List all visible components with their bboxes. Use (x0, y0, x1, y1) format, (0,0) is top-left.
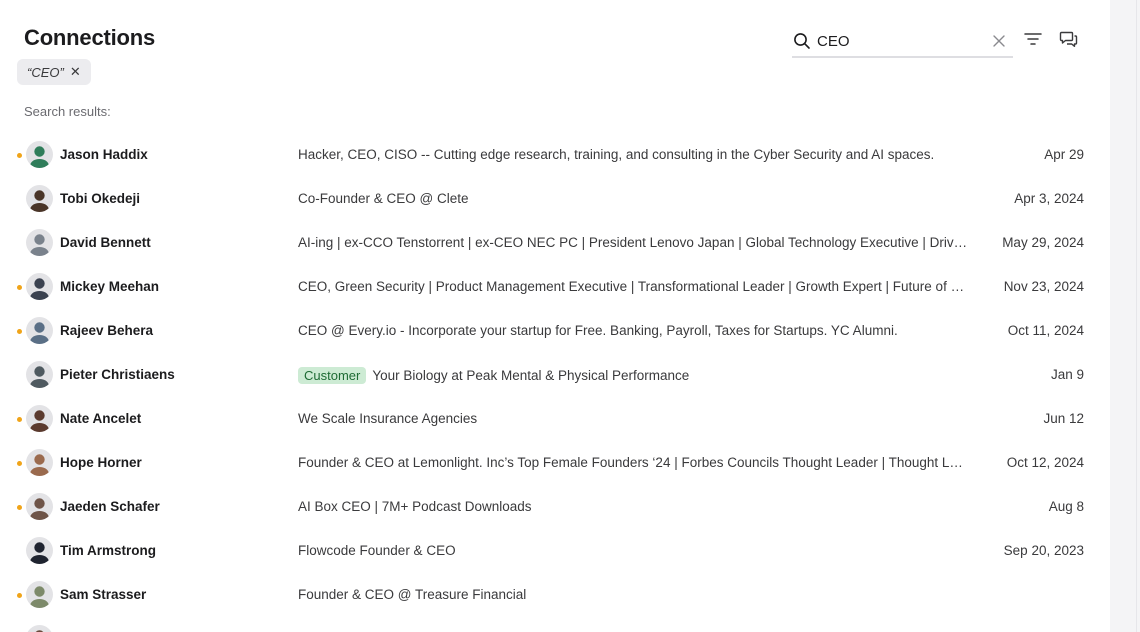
message-icon (1059, 31, 1078, 47)
avatar[interactable] (26, 229, 53, 256)
connection-name[interactable]: Pieter Christiaens (60, 367, 175, 382)
last-contact-date: May 29, 2024 (1002, 235, 1084, 250)
avatar[interactable] (26, 361, 53, 388)
connection-headline: CEO @ Every.io - Incorporate your startu… (298, 323, 970, 338)
headline-text: Your Biology at Peak Mental & Physical P… (372, 368, 690, 383)
search-icon (794, 33, 810, 49)
connection-row[interactable]: Sam Strasser Founder & CEO @ Treasure Fin… (0, 573, 1110, 617)
unread-dot-icon (17, 285, 22, 290)
messages-button[interactable] (1058, 28, 1080, 50)
connection-row[interactable]: David Bennett AI-ing | ex-CCO Tenstorrent… (0, 221, 1110, 265)
connection-row[interactable]: Tobi Okedeji Co-Founder & CEO @ Clete Apr … (0, 177, 1110, 221)
avatar[interactable] (26, 405, 53, 432)
search-input[interactable]: CEO (817, 33, 991, 50)
connection-headline: Founder & CEO at Lemonlight. Inc’s Top F… (298, 455, 970, 470)
remove-filter-icon[interactable]: ✕ (70, 64, 81, 80)
connection-name[interactable]: Rajeev Behera (60, 323, 153, 338)
avatar[interactable] (26, 317, 53, 344)
connection-name[interactable]: Sam Strasser (60, 587, 146, 602)
last-contact-date: Sep 20, 2023 (1003, 543, 1084, 558)
connections-list: Jason Haddix Hacker, CEO, CISO -- Cutting… (0, 133, 1110, 632)
headline-text: Founder & CEO at Lemonlight. Inc’s Top F… (298, 455, 970, 470)
last-contact-date: Jun 12 (1043, 411, 1084, 426)
connection-name[interactable]: Mickey Meehan (60, 279, 159, 294)
filter-button[interactable] (1022, 28, 1044, 50)
connection-name[interactable]: Tim Armstrong (60, 543, 156, 558)
avatar[interactable] (26, 449, 53, 476)
clear-search-icon[interactable] (991, 33, 1007, 49)
last-contact-date: Apr 3, 2024 (1014, 191, 1084, 206)
headline-text: We Scale Insurance Agencies (298, 411, 478, 426)
last-contact-date: Aug 8 (1048, 499, 1084, 514)
connection-row[interactable]: Pieter Christiaens Customer Your Biology a… (0, 353, 1110, 397)
search-field[interactable]: CEO (792, 26, 1013, 58)
right-gutter (1110, 0, 1140, 632)
connection-headline: Customer Your Biology at Peak Mental & Ph… (298, 367, 970, 384)
connection-row[interactable]: Rajeev Behera CEO @ Every.io - Incorporat… (0, 309, 1110, 353)
connection-headline: Hacker, CEO, CISO -- Cutting edge resear… (298, 147, 970, 162)
last-contact-date: Apr 29 (1044, 147, 1084, 162)
avatar[interactable] (26, 581, 53, 608)
unread-dot-icon (17, 417, 22, 422)
unread-dot-icon (17, 153, 22, 158)
connection-headline: AI-ing | ex-CCO Tenstorrent | ex-CEO NEC… (298, 235, 970, 250)
connection-name[interactable]: David Bennett (60, 235, 151, 250)
search-filter-chip[interactable]: “CEO” ✕ (17, 59, 91, 85)
connection-headline: Founder & CEO @ Treasure Financial (298, 587, 970, 602)
connection-row[interactable] (0, 617, 1110, 632)
connection-row[interactable]: Mickey Meehan CEO, Green Security | Produ… (0, 265, 1110, 309)
unread-dot-icon (17, 505, 22, 510)
last-contact-date: Oct 12, 2024 (1006, 455, 1084, 470)
filter-icon (1024, 33, 1042, 45)
connection-headline: AI Box CEO | 7M+ Podcast Downloads (298, 499, 970, 514)
connection-headline: We Scale Insurance Agencies (298, 411, 970, 426)
last-contact-date: Jan 9 (1050, 367, 1084, 382)
headline-text: Co-Founder & CEO @ Clete (298, 191, 469, 206)
connection-headline: Co-Founder & CEO @ Clete (298, 191, 970, 206)
unread-dot-icon (17, 329, 22, 334)
avatar[interactable] (26, 625, 53, 632)
customer-badge: Customer (298, 367, 367, 384)
avatar[interactable] (26, 185, 53, 212)
connections-panel: Connections “CEO” ✕ Search results: CEO … (0, 0, 1110, 632)
connection-row[interactable]: Jaeden Schafer AI Box CEO | 7M+ Podcast D… (0, 485, 1110, 529)
avatar[interactable] (26, 273, 53, 300)
headline-text: AI Box CEO | 7M+ Podcast Downloads (298, 499, 532, 514)
headline-text: Founder & CEO @ Treasure Financial (298, 587, 527, 602)
filter-chip-label: “CEO” (27, 64, 64, 80)
last-contact-date: Oct 11, 2024 (1007, 323, 1084, 338)
headline-text: Flowcode Founder & CEO (298, 543, 456, 558)
search-results-label: Search results: (24, 104, 111, 119)
headline-text: Hacker, CEO, CISO -- Cutting edge resear… (298, 147, 935, 162)
avatar[interactable] (26, 493, 53, 520)
connection-name[interactable]: Hope Horner (60, 455, 142, 470)
connection-name[interactable]: Tobi Okedeji (60, 191, 140, 206)
unread-dot-icon (17, 461, 22, 466)
connection-row[interactable]: Tim Armstrong Flowcode Founder & CEO Sep 2… (0, 529, 1110, 573)
headline-text: AI-ing | ex-CCO Tenstorrent | ex-CEO NEC… (298, 235, 970, 250)
headline-text: CEO @ Every.io - Incorporate your startu… (298, 323, 898, 338)
last-contact-date: Nov 23, 2024 (1003, 279, 1084, 294)
connection-name[interactable]: Nate Ancelet (60, 411, 141, 426)
connection-headline: Flowcode Founder & CEO (298, 543, 970, 558)
connection-row[interactable]: Nate Ancelet We Scale Insurance Agencies J… (0, 397, 1110, 441)
avatar[interactable] (26, 537, 53, 564)
unread-dot-icon (17, 593, 22, 598)
connection-headline: CEO, Green Security | Product Management… (298, 279, 970, 294)
connection-row[interactable]: Hope Horner Founder & CEO at Lemonlight. … (0, 441, 1110, 485)
headline-text: CEO, Green Security | Product Management… (298, 279, 970, 294)
page-title: Connections (24, 25, 156, 50)
avatar[interactable] (26, 141, 53, 168)
connection-row[interactable]: Jason Haddix Hacker, CEO, CISO -- Cutting… (0, 133, 1110, 177)
connection-name[interactable]: Jaeden Schafer (60, 499, 160, 514)
connection-name[interactable]: Jason Haddix (60, 147, 148, 162)
